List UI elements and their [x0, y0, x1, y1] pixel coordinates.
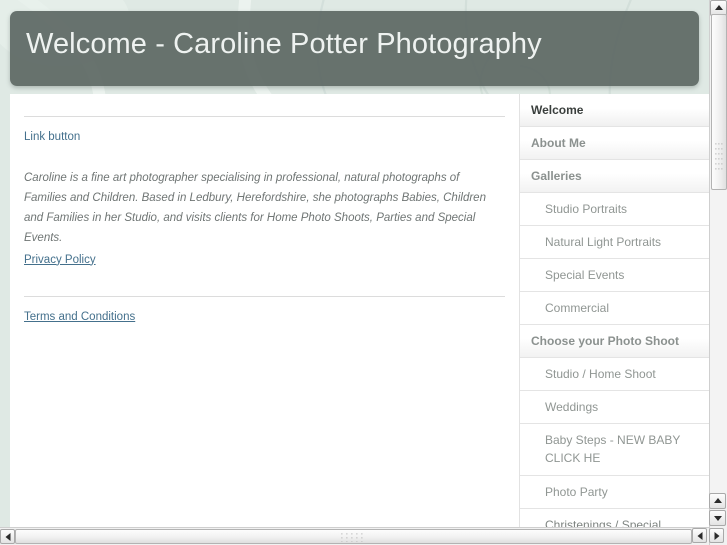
intro-paragraph: Caroline is a fine art photographer spec… — [24, 172, 486, 244]
horizontal-scroll-stepper-group[interactable] — [691, 527, 727, 545]
sidebar-item-label: Weddings — [545, 400, 599, 414]
horizontal-scrollbar-thumb[interactable] — [15, 529, 692, 544]
privacy-policy-link[interactable]: Privacy Policy — [24, 254, 96, 266]
sidebar-item-weddings[interactable]: Weddings — [520, 391, 709, 424]
scrollbar-grip-icon — [340, 533, 363, 542]
sidebar-item-label: Commercial — [545, 301, 610, 315]
site-header-banner: Welcome - Caroline Potter Photography — [10, 11, 699, 86]
sidebar-navigation: Welcome About Me Galleries Studio Portraits… — [519, 94, 709, 530]
scroll-down-button[interactable] — [709, 510, 726, 526]
horizontal-scrollbar[interactable] — [0, 527, 709, 545]
sidebar-item-photo-party[interactable]: Photo Party — [520, 476, 709, 509]
sidebar-item-label: Photo Party — [545, 485, 608, 499]
sidebar-item-about-me[interactable]: About Me — [520, 127, 709, 160]
sidebar-item-welcome[interactable]: Welcome — [520, 94, 709, 127]
scroll-up-icon — [714, 5, 723, 10]
sidebar-item-label: Special Events — [545, 268, 625, 282]
vertical-scroll-stepper-group[interactable] — [709, 493, 727, 527]
sidebar-item-label: Natural Light Portraits — [545, 235, 662, 249]
sidebar-item-studio-home-shoot[interactable]: Studio / Home Shoot — [520, 358, 709, 391]
scroll-up-icon — [713, 498, 722, 503]
page-canvas: Welcome - Caroline Potter Photography Li… — [0, 0, 709, 530]
sidebar-item-studio-portraits[interactable]: Studio Portraits — [520, 193, 709, 226]
scroll-down-icon — [713, 516, 722, 521]
sidebar-item-label: Baby Steps - NEW BABY CLICK HE — [545, 433, 681, 465]
content-divider-top — [24, 116, 505, 117]
browser-viewport: Welcome - Caroline Potter Photography Li… — [0, 0, 727, 545]
sidebar-item-choose-your-photo-shoot[interactable]: Choose your Photo Shoot — [520, 325, 709, 358]
terms-and-conditions-link[interactable]: Terms and Conditions — [24, 311, 135, 323]
scroll-right-button[interactable] — [709, 528, 724, 543]
scroll-left-icon — [697, 531, 702, 540]
sidebar-item-label: Studio / Home Shoot — [545, 367, 656, 381]
sidebar-item-label: Studio Portraits — [545, 202, 628, 216]
page-title: Welcome - Caroline Potter Photography — [26, 28, 542, 60]
scroll-left-button[interactable] — [0, 529, 15, 544]
vertical-scrollbar[interactable] — [709, 0, 727, 545]
main-content-panel: Link button Caroline is a fine art photo… — [10, 94, 519, 530]
scroll-left-button-secondary[interactable] — [692, 528, 707, 543]
scroll-left-icon — [5, 532, 10, 541]
sidebar-item-label: Choose your Photo Shoot — [531, 334, 679, 348]
sidebar-item-special-events[interactable]: Special Events — [520, 259, 709, 292]
scroll-right-icon — [714, 531, 719, 540]
sidebar-item-commercial[interactable]: Commercial — [520, 292, 709, 325]
vertical-scrollbar-thumb[interactable] — [711, 14, 727, 190]
link-button[interactable]: Link button — [24, 131, 80, 143]
sidebar-item-label: Galleries — [531, 169, 582, 183]
scroll-up-button-secondary[interactable] — [709, 493, 726, 509]
sidebar-item-galleries[interactable]: Galleries — [520, 160, 709, 193]
scrollbar-grip-icon — [715, 143, 723, 170]
sidebar-item-label: Welcome — [531, 103, 584, 117]
sidebar-item-natural-light-portraits[interactable]: Natural Light Portraits — [520, 226, 709, 259]
sidebar-item-baby-steps-new-baby-click-he[interactable]: Baby Steps - NEW BABY CLICK HE — [520, 424, 709, 476]
sidebar-item-label: About Me — [531, 136, 586, 150]
content-divider-bottom — [24, 295, 505, 297]
